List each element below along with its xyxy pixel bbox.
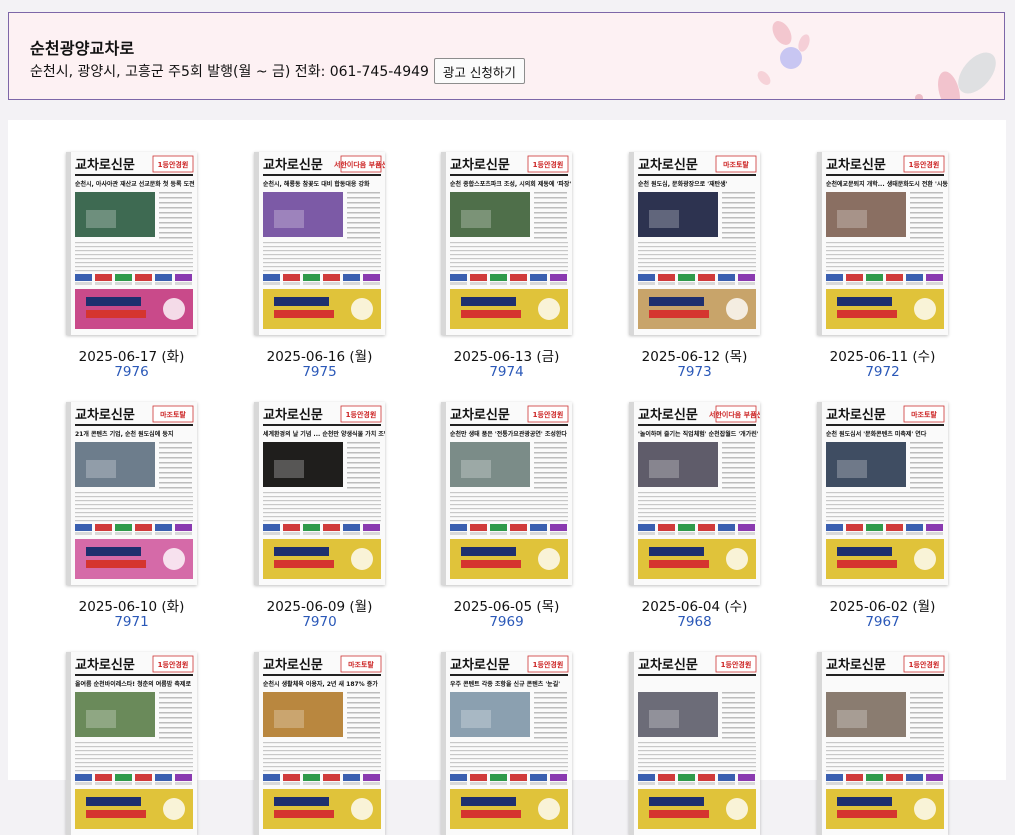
issue-cover-thumbnail[interactable]: 교차로신문 마조토탈순천 원도심, 문화광장으로 '재탄생' xyxy=(629,152,760,335)
headline-text: 순천에교문퇴지 개학... 생태문화도시 전환 '시동' xyxy=(826,180,948,188)
issue-cover-thumbnail[interactable]: 교차로신문 1등안경원순천 종합스포츠파크 조성, 시의회 제동에 '파장' xyxy=(441,152,572,335)
issue-cover-thumbnail[interactable]: 교차로신문 마조토탈 21개 콘텐츠 기업, 순천 원도심에 둥지 xyxy=(66,402,197,585)
masthead-text: 교차로신문 xyxy=(826,657,886,673)
masthead-text: 교차로신문 xyxy=(263,657,323,673)
issue-number-link[interactable]: 7969 xyxy=(407,614,607,630)
headline-text: 올여름 순천바이레스타! 청춘의 여름밤 축제로 xyxy=(75,680,191,688)
issue-date: 2025-06-09 (월) xyxy=(266,599,373,615)
issue-cover-thumbnail[interactable]: 교차로신문 마조토탈순천 원도심서 '문화콘텐츠 미축제' 연다 xyxy=(817,402,948,585)
headline-text: 순천 원도심서 '문화콘텐츠 미축제' 연다 xyxy=(826,430,927,438)
badge-text: 마조토탈 xyxy=(160,410,186,419)
masthead-text: 교차로신문 xyxy=(75,407,135,423)
masthead-text: 교차로신문 xyxy=(638,407,698,423)
masthead-text: 교차로신문 xyxy=(826,157,886,173)
site-header: 순천광양교차로 순천시, 광양시, 고흥군 주5회 발행(월 ~ 금) 전화: … xyxy=(8,12,1005,100)
headline-text: 순천시 생활체육 이용자, 2년 새 187% 증가 xyxy=(263,680,378,688)
masthead-text: 교차로신문 xyxy=(263,157,323,173)
headline-text: '놀이하며 즐기는 직업체험' 순천잡월드 '개가린' xyxy=(638,430,759,438)
site-title: 순천광양교차로 xyxy=(30,39,135,58)
issue-number-link[interactable]: 7972 xyxy=(783,364,983,380)
badge-text: 1등안경원 xyxy=(909,660,940,669)
masthead-text: 교차로신문 xyxy=(75,657,135,673)
issue-number-link[interactable]: 7970 xyxy=(220,614,420,630)
issue-date: 2025-06-10 (화) xyxy=(78,599,185,615)
issue-number-link[interactable]: 7974 xyxy=(407,364,607,380)
badge-text: 마조토탈 xyxy=(911,410,937,419)
issue-date: 2025-06-02 (월) xyxy=(829,599,936,615)
badge-text: 1등안경원 xyxy=(909,160,940,169)
headline-text: 세계환경의 날 기념 ... 순천만 양생식물 가치 조명 xyxy=(263,430,385,438)
issue-cover-thumbnail[interactable]: 교차로신문 마조토탈순천시 생활체육 이용자, 2년 새 187% 증가 xyxy=(254,652,385,835)
badge-text: 1등안경원 xyxy=(158,660,189,669)
masthead-text: 교차로신문 xyxy=(638,657,698,673)
headline-text: 21개 콘텐츠 기업, 순천 원도심에 둥지 xyxy=(75,430,173,438)
headline-text: 순천시, 아사아관 재산교 선교문화 첫 등록 도전 xyxy=(75,180,195,188)
issue-cover-thumbnail[interactable]: 교차로신문 1등안경원 xyxy=(817,652,948,835)
issue-number-link[interactable]: 7976 xyxy=(32,364,232,380)
flower-decoration-icon xyxy=(757,21,996,99)
site-info: 순천시, 광양시, 고흥군 주5회 발행(월 ~ 금) 전화: 061-745-… xyxy=(30,58,525,84)
issue-number-link[interactable]: 7973 xyxy=(595,364,795,380)
headline-text: 순천만 생태 품은 '전통가요관광공연' 조성한다 xyxy=(450,430,567,438)
headline-text: 순천 종합스포츠파크 조성, 시의회 제동에 '파장' xyxy=(450,180,571,188)
issue-date: 2025-06-13 (금) xyxy=(453,349,560,365)
issue-cover-thumbnail[interactable]: 교차로신문 서한이다음 부품신 '놀이하며 즐기는 직업체험' 순천잡월드 '개가린… xyxy=(629,402,760,585)
headline-text: 순천시, 해룡동 참꽃도 대비 합동대응 강화 xyxy=(263,180,370,188)
headline-text: 우주 콘텐트 각종 조항을 신규 콘텐츠 '눈길' xyxy=(450,680,560,688)
issue-cover-thumbnail[interactable]: 교차로신문 1등안경원우주 콘텐트 각종 조항을 신규 콘텐츠 '눈길' xyxy=(441,652,572,835)
badge-text: 1등안경원 xyxy=(721,660,752,669)
badge-text: 1등안경원 xyxy=(158,160,189,169)
issue-cover-thumbnail[interactable]: 교차로신문 1등안경원순천만 생태 품은 '전통가요관광공연' 조성한다 xyxy=(441,402,572,585)
issue-cover-thumbnail[interactable]: 교차로신문 1등안경원올여름 순천바이레스타! 청춘의 여름밤 축제로 xyxy=(66,652,197,835)
badge-text: 1등안경원 xyxy=(533,660,564,669)
issue-number-link[interactable]: 7971 xyxy=(32,614,232,630)
issue-cover-thumbnail[interactable]: 교차로신문 1등안경원순천시, 아사아관 재산교 선교문화 첫 등록 도전 xyxy=(66,152,197,335)
issue-number-link[interactable]: 7967 xyxy=(783,614,983,630)
issue-cover-thumbnail[interactable]: 교차로신문 1등안경원세계환경의 날 기념 ... 순천만 양생식물 가치 조명 xyxy=(254,402,385,585)
masthead-text: 교차로신문 xyxy=(450,157,510,173)
issue-cover-thumbnail[interactable]: 교차로신문 서한이다음 부품신순천시, 해룡동 참꽃도 대비 합동대응 강화 xyxy=(254,152,385,335)
masthead-text: 교차로신문 xyxy=(75,157,135,173)
issue-date: 2025-06-11 (수) xyxy=(829,349,936,365)
masthead-text: 교차로신문 xyxy=(450,657,510,673)
issue-number-link[interactable]: 7975 xyxy=(220,364,420,380)
badge-text: 1등안경원 xyxy=(346,410,377,419)
issue-date: 2025-06-16 (월) xyxy=(266,349,373,365)
badge-text: 서한이다음 부품신 xyxy=(709,410,760,419)
masthead-text: 교차로신문 xyxy=(450,407,510,423)
headline-text: 순천 원도심, 문화광장으로 '재탄생' xyxy=(638,180,728,188)
issue-date: 2025-06-12 (목) xyxy=(641,349,748,365)
badge-text: 마조토탈 xyxy=(348,660,374,669)
masthead-text: 교차로신문 xyxy=(826,407,886,423)
issues-panel: 교차로신문 1등안경원 순천시, 아사아관 재산교 선교문화 첫 등록 도전 2025… xyxy=(8,120,1006,835)
issue-number-link[interactable]: 7968 xyxy=(595,614,795,630)
badge-text: 1등안경원 xyxy=(533,410,564,419)
masthead-text: 교차로신문 xyxy=(263,407,323,423)
issue-date: 2025-06-17 (화) xyxy=(78,349,185,365)
issue-date: 2025-06-05 (목) xyxy=(453,599,560,615)
badge-text: 서한이다음 부품신 xyxy=(334,160,385,169)
issue-cover-thumbnail[interactable]: 교차로신문 1등안경원 xyxy=(629,652,760,835)
masthead-text: 교차로신문 xyxy=(638,157,698,173)
issue-date: 2025-06-04 (수) xyxy=(641,599,748,615)
publication-info: 순천시, 광양시, 고흥군 주5회 발행(월 ~ 금) 전화: 061-745-… xyxy=(30,64,429,80)
ad-request-button[interactable]: 광고 신청하기 xyxy=(433,58,525,84)
issue-cover-thumbnail[interactable]: 교차로신문 1등안경원순천에교문퇴지 개학... 생태문화도시 전환 '시동' xyxy=(817,152,948,335)
badge-text: 마조토탈 xyxy=(723,160,749,169)
badge-text: 1등안경원 xyxy=(533,160,564,169)
